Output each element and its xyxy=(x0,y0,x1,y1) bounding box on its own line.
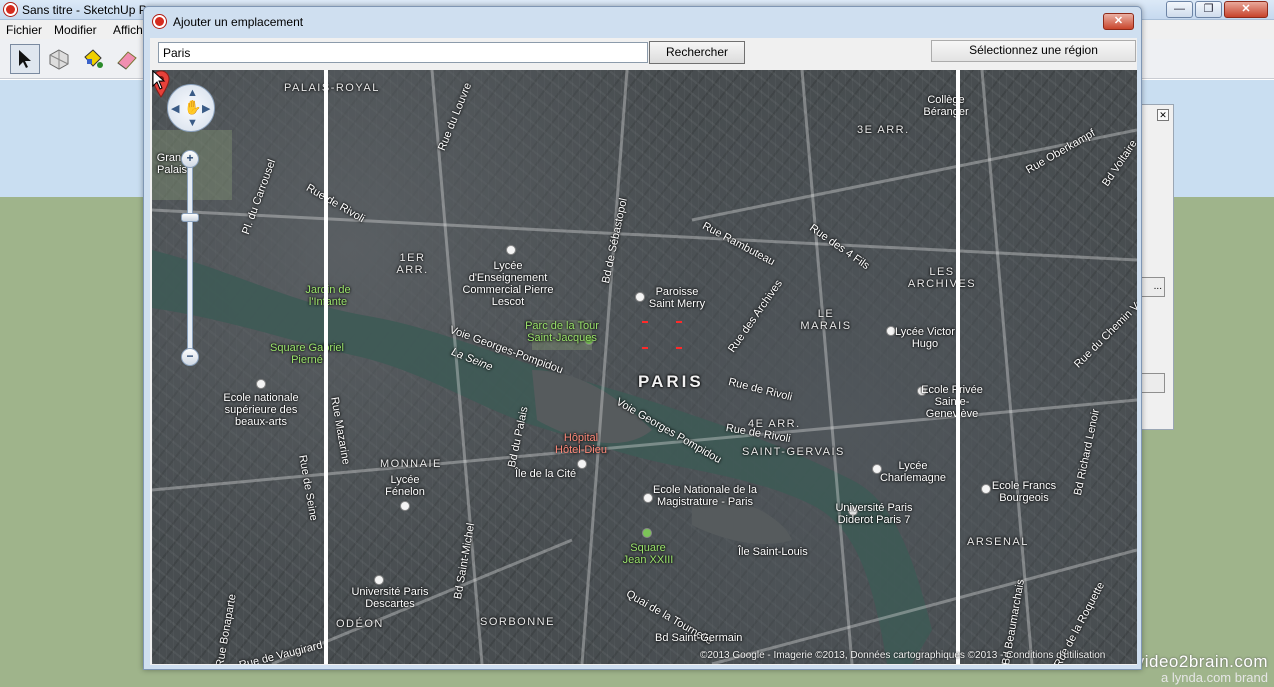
place-label: Lycée Charlemagne xyxy=(879,460,947,484)
place-label: Paroisse Saint Merry xyxy=(648,286,706,310)
place-label: Lycée Victor Hugo xyxy=(895,326,955,350)
menu-fichier[interactable]: Fichier xyxy=(6,23,42,37)
location-search-input[interactable] xyxy=(158,42,648,63)
watermark-sub: a lynda.com brand xyxy=(1161,670,1268,685)
pan-left-icon[interactable]: ◀ xyxy=(171,102,179,115)
mouse-cursor-icon xyxy=(152,70,166,90)
dialog-close-button[interactable]: ✕ xyxy=(1103,13,1134,30)
pan-down-icon[interactable]: ▼ xyxy=(187,117,198,129)
window-controls: — ❐ ✕ xyxy=(1166,1,1268,18)
hand-icon: ✋ xyxy=(184,99,202,115)
place-label: Université Paris Diderot Paris 7 xyxy=(835,502,913,526)
component-tool-icon[interactable] xyxy=(44,44,74,74)
select-tool-icon[interactable] xyxy=(10,44,40,74)
island-label: Île Saint-Louis xyxy=(738,546,808,558)
watermark: video2brain.com a lynda.com brand xyxy=(1136,652,1268,685)
region-selection-left-edge[interactable] xyxy=(324,70,328,664)
district-label: LES ARCHIVES xyxy=(907,266,977,290)
place-label: Ecole Privée Sainte-Geneviève xyxy=(921,384,983,420)
street-label: Bd Saint-Germain xyxy=(655,632,743,644)
school-poi-icon xyxy=(400,501,410,511)
search-button[interactable]: Rechercher xyxy=(649,41,745,64)
place-label: Ecole Nationale de la Magistrature - Par… xyxy=(653,484,757,508)
center-crosshair-icon xyxy=(642,321,682,349)
district-label: ODÉON xyxy=(336,618,384,630)
panel-browse-button[interactable]: ... xyxy=(1141,277,1165,297)
add-location-dialog: Ajouter un emplacement ✕ Rechercher Séle… xyxy=(143,6,1142,670)
school-poi-icon xyxy=(374,575,384,585)
map-copyright[interactable]: ©2013 Google - Imagerie ©2013, Données c… xyxy=(700,650,1105,661)
region-selection-right-edge[interactable] xyxy=(956,70,960,664)
maximize-button[interactable]: ❐ xyxy=(1195,1,1222,18)
panel-button[interactable] xyxy=(1141,373,1165,393)
hospital-label: Hôpital Hôtel-Dieu xyxy=(555,432,607,456)
park-label: Jardin de l'Infante xyxy=(305,284,351,308)
district-label: ARSENAL xyxy=(967,536,1029,548)
panel-close-button[interactable]: ✕ xyxy=(1157,109,1169,121)
zoom-in-button[interactable]: + xyxy=(181,150,199,168)
zoom-slider-thumb[interactable] xyxy=(181,213,199,222)
district-label: 3E ARR. xyxy=(857,124,910,136)
sketchup-logo-icon xyxy=(4,3,17,16)
map-terrain xyxy=(152,70,1137,664)
district-label: PALAIS-ROYAL xyxy=(284,82,380,94)
pan-right-icon[interactable]: ▶ xyxy=(202,102,210,115)
place-label: Ecole nationale supérieure des beaux-art… xyxy=(223,392,299,428)
park-label: Square Jean XXIII xyxy=(622,542,674,566)
place-label: Ecole Francs Bourgeois xyxy=(991,480,1057,504)
school-poi-icon xyxy=(256,379,266,389)
menu-affichage[interactable]: Affich xyxy=(113,23,143,37)
sketchup-logo-icon xyxy=(153,15,166,28)
paint-bucket-icon[interactable] xyxy=(78,44,108,74)
district-label: SORBONNE xyxy=(480,616,555,628)
zoom-out-button[interactable]: − xyxy=(181,348,199,366)
pan-control[interactable]: ▲ ▼ ◀ ▶ ✋ xyxy=(167,84,215,132)
place-label: Collège Béranger xyxy=(923,94,969,118)
side-panel: ✕ ... xyxy=(1140,104,1174,430)
district-label: 1ER ARR. xyxy=(396,252,429,276)
city-label: PARIS xyxy=(638,372,704,391)
park-poi-icon xyxy=(642,528,652,538)
place-label: Lycée d'Enseignement Commercial Pierre L… xyxy=(462,260,554,308)
watermark-main: video2brain.com xyxy=(1135,652,1268,671)
park-label: Parc de la Tour Saint-Jacques xyxy=(525,320,599,344)
island-label: Île de la Cité xyxy=(515,468,577,480)
close-window-button[interactable]: ✕ xyxy=(1224,1,1268,18)
zoom-slider[interactable] xyxy=(187,162,193,364)
menu-modifier[interactable]: Modifier xyxy=(54,23,97,37)
satellite-map[interactable]: PALAIS-ROYAL 3E ARR. 1ER ARR. LES ARCHIV… xyxy=(152,70,1137,664)
park-label: Square Gabriel Pierné xyxy=(270,342,344,366)
school-poi-icon xyxy=(506,245,516,255)
place-label: Lycée Fénelon xyxy=(385,474,425,498)
district-label: LE MARAIS xyxy=(800,308,852,332)
dialog-body: Rechercher Sélectionnez une région xyxy=(150,38,1137,665)
eraser-icon[interactable] xyxy=(112,44,142,74)
select-region-button[interactable]: Sélectionnez une région xyxy=(931,40,1136,62)
minimize-button[interactable]: — xyxy=(1166,1,1193,18)
hospital-poi-icon xyxy=(577,459,587,469)
app-title: Sans titre - SketchUp P xyxy=(22,3,147,17)
pan-up-icon[interactable]: ▲ xyxy=(187,87,198,99)
district-label: SAINT-GERVAIS xyxy=(742,446,845,458)
district-label: MONNAIE xyxy=(380,458,442,470)
dialog-titlebar: Ajouter un emplacement ✕ xyxy=(144,7,1141,37)
dialog-title: Ajouter un emplacement xyxy=(173,15,304,29)
place-label: Université Paris Descartes xyxy=(351,586,429,610)
